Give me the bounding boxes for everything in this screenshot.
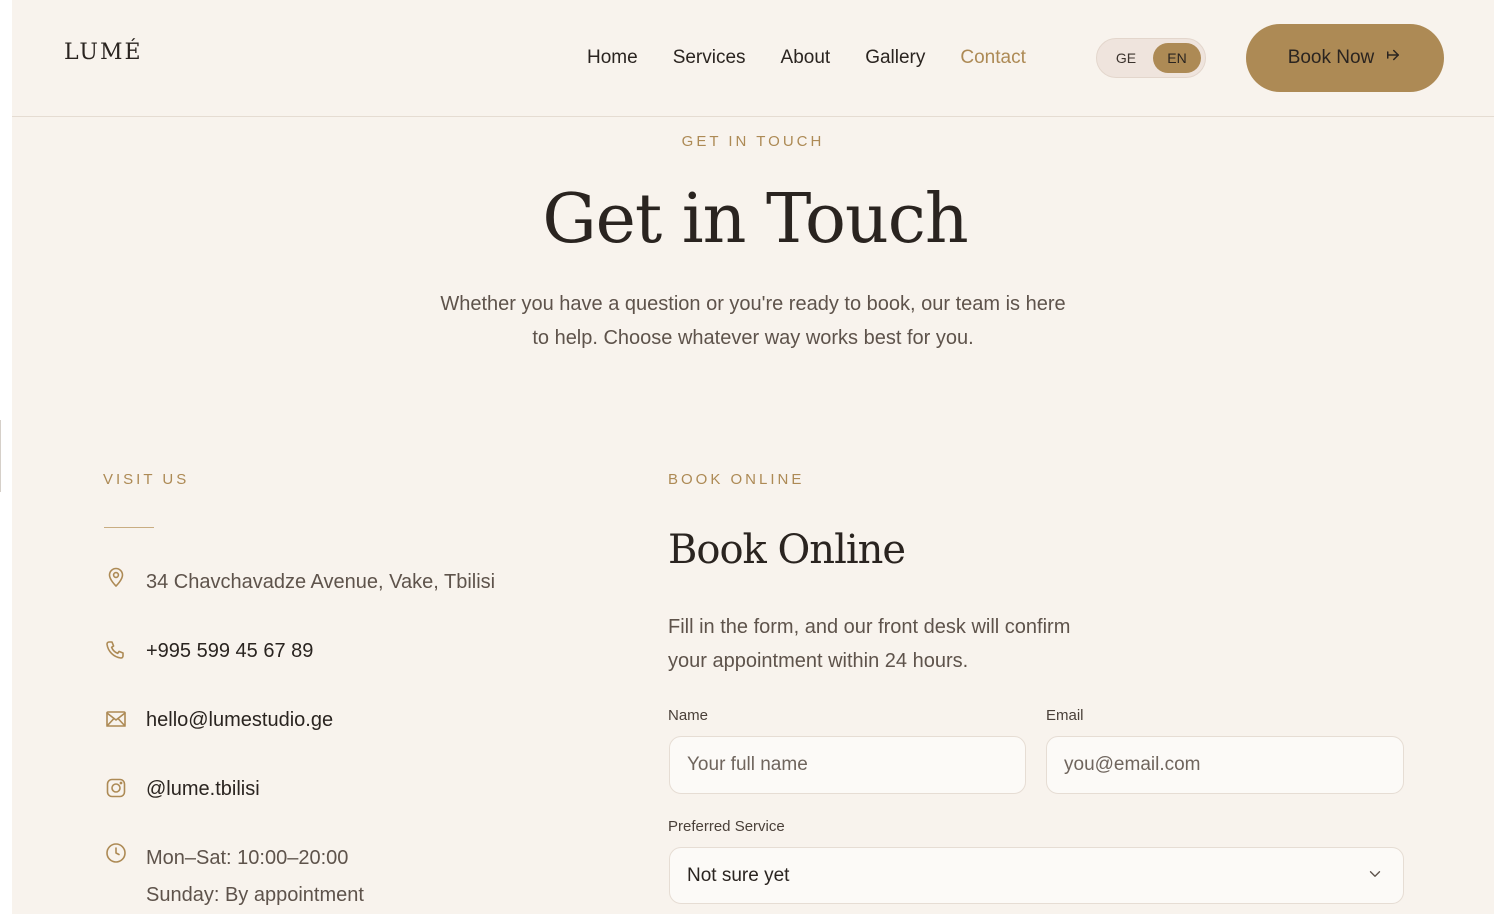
- instagram-row: @lume.tbilisi: [104, 776, 260, 801]
- language-switch: GE EN: [1096, 38, 1206, 78]
- lang-option-en[interactable]: EN: [1153, 43, 1201, 73]
- book-now-button[interactable]: Book Now: [1246, 24, 1444, 92]
- email-row: hello@lumestudio.ge: [104, 707, 333, 732]
- service-label: Preferred Service: [668, 818, 785, 835]
- hours-block: Mon–Sat: 10:00–20:00 Sunday: By appointm…: [146, 846, 364, 907]
- hours-weekday: Mon–Sat: 10:00–20:00: [146, 847, 349, 869]
- instagram-icon: [104, 776, 128, 800]
- hours-sunday: Sunday: By appointment: [146, 884, 364, 906]
- map-pin-icon: [104, 565, 128, 589]
- book-online-description: Fill in the form, and our front desk wil…: [668, 616, 1071, 672]
- nav-item-home[interactable]: Home: [587, 46, 638, 70]
- edge-marker: [0, 420, 1, 492]
- address-text: 34 Chavchavadze Avenue, Vake, Tbilisi: [146, 571, 496, 593]
- service-select-value: Not sure yet: [687, 864, 790, 886]
- email-input[interactable]: [1046, 736, 1404, 794]
- name-input[interactable]: [669, 736, 1026, 794]
- mail-icon: [104, 707, 128, 731]
- visit-us-eyebrow: VISIT US: [103, 471, 190, 488]
- phone-link[interactable]: +995 599 45 67 89: [146, 639, 313, 663]
- nav-item-gallery[interactable]: Gallery: [865, 46, 925, 70]
- instagram-link[interactable]: @lume.tbilisi: [146, 777, 260, 801]
- clock-icon: [104, 841, 128, 865]
- hours-row: Mon–Sat: 10:00–20:00 Sunday: By appointm…: [104, 841, 364, 907]
- page-title: Get in Touch: [542, 180, 968, 259]
- nav-item-services[interactable]: Services: [673, 46, 746, 70]
- chevron-down-icon: [1366, 865, 1386, 887]
- arrow-right-icon: [1384, 46, 1402, 70]
- brand-logo[interactable]: LUMÉ: [64, 40, 143, 65]
- phone-icon: [104, 638, 128, 662]
- nav-item-contact[interactable]: Contact: [960, 46, 1025, 70]
- site-header: LUMÉ Home Services About Gallery Contact…: [12, 0, 1494, 117]
- book-online-eyebrow: BOOK ONLINE: [668, 471, 805, 488]
- main-nav: Home Services About Gallery Contact: [587, 46, 1026, 70]
- nav-item-about[interactable]: About: [781, 46, 831, 70]
- name-label: Name: [668, 707, 709, 724]
- hero-eyebrow: GET IN TOUCH: [681, 133, 825, 150]
- email-link[interactable]: hello@lumestudio.ge: [146, 708, 333, 732]
- service-select[interactable]: Not sure yet: [669, 847, 1404, 904]
- email-label: Email: [1046, 707, 1084, 724]
- section-divider: [104, 527, 154, 528]
- hero-subtitle: Whether you have a question or you're re…: [440, 293, 1066, 349]
- book-online-title: Book Online: [668, 527, 906, 573]
- address-row: 34 Chavchavadze Avenue, Vake, Tbilisi: [104, 565, 495, 594]
- phone-row: +995 599 45 67 89: [104, 638, 313, 663]
- book-now-label: Book Now: [1287, 47, 1375, 68]
- lang-option-ge[interactable]: GE: [1103, 43, 1149, 73]
- contact-page: LUMÉ Home Services About Gallery Contact…: [0, 0, 1494, 914]
